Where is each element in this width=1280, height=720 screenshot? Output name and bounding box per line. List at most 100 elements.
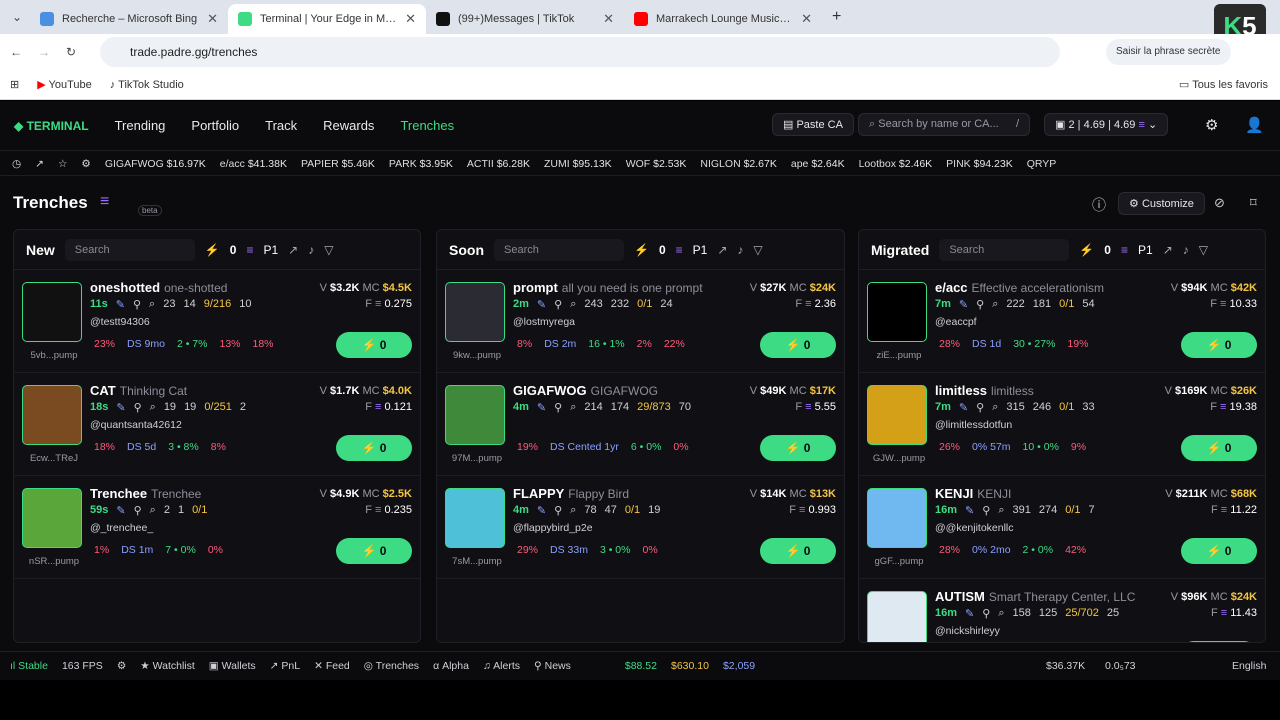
search-icon[interactable]: ⌕ (570, 504, 576, 517)
footer-alpha[interactable]: α Alpha (433, 660, 469, 672)
tab-search-icon[interactable]: ⌄ (12, 10, 22, 24)
token-card[interactable]: gGF...pump KENJI KENJI 16m ✎ ⚲ ⌕ 391 274 0/1 7 @@ke… (859, 476, 1265, 579)
ticker-item[interactable]: NIGLON $2.67K (700, 158, 776, 170)
paste-ca-button[interactable]: ▤ Paste CA (772, 113, 854, 136)
ticker-item[interactable]: PAPIER $5.46K (301, 158, 375, 170)
link-icon[interactable]: ⚲ (982, 504, 990, 517)
ticker-item[interactable]: ZUMI $95.13K (544, 158, 612, 170)
quick-buy-button[interactable]: ⚡ 0 (336, 435, 412, 461)
global-search[interactable]: ⌕ Search by name or CA... / (858, 113, 1030, 136)
chart-icon[interactable]: ↗ (288, 243, 298, 257)
contract-address[interactable]: ziE...pump (869, 350, 929, 361)
lightning-icon[interactable]: ⚡ (205, 243, 220, 257)
token-handle[interactable]: @limitlessdotfun (935, 419, 1012, 431)
search-icon[interactable]: ⌕ (998, 607, 1004, 620)
search-icon[interactable]: ⌕ (998, 504, 1004, 517)
quick-buy-button[interactable]: ⚡ 0 (760, 538, 836, 564)
apps-icon[interactable]: ⊞ (10, 78, 19, 91)
star-icon[interactable]: ☆ (58, 158, 67, 170)
footer-pnl[interactable]: ↗ PnL (270, 660, 300, 672)
token-card[interactable]: ziE...pump e/acc Effective accelerationism… (859, 270, 1265, 373)
reload-icon[interactable]: ↻ (66, 45, 76, 59)
quick-buy-button[interactable]: ⚡ 0 (760, 435, 836, 461)
filter-icon[interactable]: ▽ (324, 243, 333, 257)
browser-tab-active[interactable]: Terminal | Your Edge in Memecoins ✕ (228, 4, 426, 34)
gear-icon[interactable]: ⚙ (117, 660, 126, 672)
browser-tab[interactable]: (99+)Messages | TikTok ✕ (426, 4, 624, 34)
contract-address[interactable]: gGF...pump (869, 556, 929, 567)
token-card[interactable]: 97M...pump GIGAFWOG GIGAFWOG 4m ✎ ⚲ ⌕ 214 174 29/… (437, 373, 844, 476)
token-name[interactable]: FLAPPY Flappy Bird (513, 486, 629, 501)
contract-address[interactable]: 9kw...pump (447, 350, 507, 361)
link-icon[interactable]: ⚲ (976, 401, 984, 414)
contract-address[interactable]: GJW...pump (869, 453, 929, 464)
footer-wallets[interactable]: ▣ Wallets (209, 660, 256, 672)
filter-icon[interactable]: ▽ (1199, 243, 1208, 257)
quick-buy-button[interactable]: ⚡ 0 (336, 332, 412, 358)
footer-trenches[interactable]: ◎ Trenches (364, 660, 419, 672)
settings-gear-icon[interactable]: ⚙ (1205, 116, 1218, 134)
edit-icon[interactable]: ✎ (965, 607, 974, 620)
token-avatar[interactable] (445, 385, 505, 445)
help-icon[interactable]: ⓘ (1092, 195, 1106, 215)
token-avatar[interactable] (22, 282, 82, 342)
ticker-item[interactable]: ape $2.64K (791, 158, 845, 170)
ticker-item[interactable]: GIGAFWOG $16.97K (105, 158, 206, 170)
close-tab-icon[interactable]: ✕ (207, 11, 218, 27)
token-name[interactable]: limitless limitless (935, 383, 1034, 398)
nav-rewards[interactable]: Rewards (323, 118, 374, 133)
token-avatar[interactable] (867, 282, 927, 342)
ticker-item[interactable]: PARK $3.95K (389, 158, 453, 170)
close-tab-icon[interactable]: ✕ (801, 11, 812, 27)
token-name[interactable]: e/acc Effective accelerationism (935, 280, 1104, 295)
search-icon[interactable]: ⌕ (570, 298, 576, 311)
back-icon[interactable]: ← (10, 45, 22, 59)
token-handle[interactable]: @flappybird_p2e (513, 522, 593, 534)
contract-address[interactable]: nSR...pump (24, 556, 84, 567)
token-card[interactable]: AUTISM Smart Therapy Center, LLC 16m ✎ ⚲ ⌕ 158… (859, 579, 1265, 642)
token-card[interactable]: 7sM...pump FLAPPY Flappy Bird 4m ✎ ⚲ ⌕ 78 47 0/1 1… (437, 476, 844, 579)
edit-icon[interactable]: ✎ (116, 401, 125, 414)
footer-watchlist[interactable]: ★ Watchlist (140, 660, 195, 672)
ticker-item[interactable]: QRYP (1027, 158, 1057, 170)
ticker-item[interactable]: Lootbox $2.46K (859, 158, 933, 170)
filter-icon[interactable]: ▽ (753, 243, 762, 257)
bookmark-youtube[interactable]: ▶ YouTube (37, 78, 92, 91)
quick-buy-button[interactable]: ⚡ 0 (1181, 641, 1257, 642)
customize-button[interactable]: ⚙ Customize (1118, 192, 1205, 215)
token-avatar[interactable] (867, 488, 927, 548)
token-handle[interactable]: @testt94306 (90, 316, 150, 328)
column-search[interactable]: Search (494, 238, 624, 261)
column-search[interactable]: Search (939, 238, 1070, 261)
token-card[interactable]: GJW...pump limitless limitless 7m ✎ ⚲ ⌕ 315 246 0… (859, 373, 1265, 476)
search-icon[interactable]: ⌕ (150, 401, 156, 414)
search-icon[interactable]: ⌕ (992, 298, 998, 311)
token-handle[interactable]: @_trenchee_ (90, 522, 153, 534)
quick-buy-button[interactable]: ⚡ 0 (1181, 435, 1257, 461)
edit-icon[interactable]: ✎ (959, 298, 968, 311)
footer-news[interactable]: ⚲ News (534, 660, 571, 672)
token-name[interactable]: oneshotted one-shotted (90, 280, 227, 295)
token-avatar[interactable] (867, 591, 927, 642)
contract-address[interactable]: Ecw...TReJ (24, 453, 84, 464)
token-avatar[interactable] (445, 282, 505, 342)
link-icon[interactable]: ⚲ (554, 504, 562, 517)
preset-label[interactable]: P1 (693, 243, 708, 257)
ticker-item[interactable]: e/acc $41.38K (220, 158, 287, 170)
token-name[interactable]: CAT Thinking Cat (90, 383, 187, 398)
preset-label[interactable]: P1 (263, 243, 278, 257)
chart-icon[interactable]: ↗ (1163, 243, 1173, 257)
chart-icon[interactable]: ↗ (717, 243, 727, 257)
footer-alerts[interactable]: ♫ Alerts (483, 660, 520, 672)
chart-icon[interactable]: ↗ (35, 158, 44, 170)
terminal-logo[interactable]: ◆ TERMINAL (14, 119, 89, 133)
sound-icon[interactable]: ♪ (737, 243, 743, 257)
token-handle[interactable]: @quantsanta42612 (90, 419, 182, 431)
edit-icon[interactable]: ✎ (116, 298, 125, 311)
token-handle[interactable]: @lostmyrega (513, 316, 575, 328)
edit-icon[interactable]: ✎ (537, 401, 546, 414)
edit-icon[interactable]: ✎ (537, 298, 546, 311)
lightning-icon[interactable]: ⚡ (634, 243, 649, 257)
link-icon[interactable]: ⚲ (134, 504, 142, 517)
token-avatar[interactable] (22, 488, 82, 548)
